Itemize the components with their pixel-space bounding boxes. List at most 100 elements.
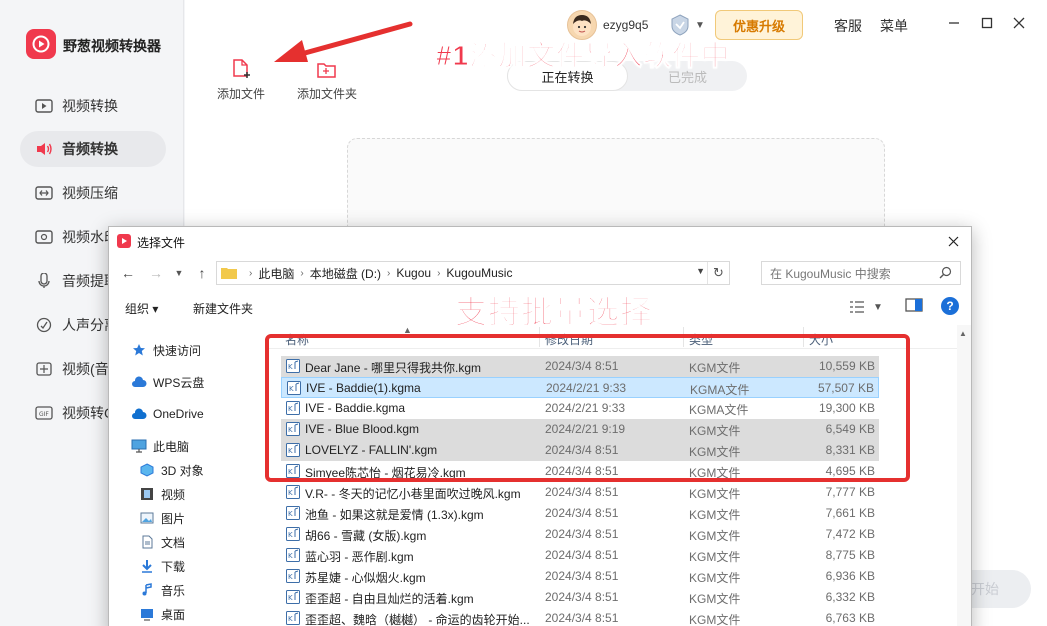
file-date: 2024/3/4 8:51	[545, 548, 619, 562]
file-type: KGM文件	[689, 613, 741, 626]
breadcrumb-drive[interactable]: 本地磁盘 (D:)	[310, 265, 381, 282]
maximize-icon[interactable]	[977, 13, 997, 33]
refresh-icon[interactable]: ↻	[707, 262, 729, 284]
preview-pane-icon[interactable]	[905, 297, 923, 315]
nav-3d-objects[interactable]: 3D 对象	[139, 459, 204, 481]
vertical-scrollbar[interactable]: ▲	[957, 325, 971, 626]
file-type: KGM文件	[689, 592, 741, 606]
add-file-button[interactable]: 添加文件	[216, 55, 266, 101]
sidebar-item-label: 视频压缩	[62, 185, 118, 201]
breadcrumb-kugou[interactable]: Kugou	[396, 266, 431, 280]
file-type: KGM文件	[689, 571, 741, 585]
annotation-arrow-icon	[274, 21, 413, 62]
breadcrumb-kugoumusic[interactable]: KugouMusic	[446, 266, 512, 280]
file-name: V.R- - 冬天的记忆小巷里面吹过晚风.kgm	[305, 487, 521, 501]
app-name: 野葱视频转换器	[63, 38, 161, 54]
kgm-file-icon: K	[286, 611, 300, 625]
nav-label: 此电脑	[153, 439, 190, 454]
breadcrumb-this-pc[interactable]: 此电脑	[258, 265, 294, 282]
file-date: 2024/3/4 8:51	[545, 590, 619, 604]
star-icon	[131, 342, 147, 358]
table-row[interactable]: K 歪歪超 - 自由且灿烂的活着.kgm 2024/3/4 8:51 KGM文件 6,3…	[281, 587, 879, 608]
table-row[interactable]: K 歪歪超、魏晗（樾樾） - 命运的齿轮开始... 2024/3/4 8:51 KGM…	[281, 608, 879, 626]
scroll-up-icon[interactable]: ▲	[959, 329, 967, 338]
recent-locations-chevron-icon[interactable]: ▼	[173, 263, 185, 283]
dialog-titlebar: 选择文件	[109, 227, 971, 255]
customer-service-link[interactable]: 客服	[834, 16, 862, 36]
search-input[interactable]: 在 KugouMusic 中搜索	[761, 261, 961, 285]
computer-icon	[131, 438, 147, 454]
file-name: 池鱼 - 如果这就是爱情 (1.3x).kgm	[305, 508, 484, 522]
organize-menu[interactable]: 组织 ▾	[125, 300, 158, 317]
help-icon[interactable]: ?	[941, 297, 959, 315]
dialog-close-icon[interactable]	[941, 230, 965, 252]
file-name: 蓝心羽 - 恶作剧.kgm	[305, 550, 414, 564]
video-compress-icon	[34, 184, 54, 202]
close-icon[interactable]	[1009, 13, 1029, 33]
nav-onedrive[interactable]: OneDrive	[131, 403, 204, 425]
svg-text:GIF: GIF	[39, 411, 49, 418]
table-row[interactable]: K 苏星婕 - 心似烟火.kgm 2024/3/4 8:51 KGM文件 6,936 K…	[281, 566, 879, 587]
file-name: 胡66 - 雪藏 (女版).kgm	[305, 529, 427, 543]
folder-icon	[221, 268, 237, 279]
sidebar-item-video-compress[interactable]: 视频压缩	[20, 175, 166, 211]
film-icon	[139, 486, 155, 502]
file-date: 2024/3/4 8:51	[545, 569, 619, 583]
kgm-file-icon: K	[286, 548, 300, 562]
nav-desktop[interactable]: 桌面	[139, 603, 185, 625]
table-row[interactable]: K 胡66 - 雪藏 (女版).kgm 2024/3/4 8:51 KGM文件 7,47…	[281, 524, 879, 545]
file-size: 6,936 KB	[825, 569, 875, 583]
new-folder-button[interactable]: 新建文件夹	[193, 300, 253, 317]
nav-music[interactable]: 音乐	[139, 579, 185, 601]
back-arrow-icon[interactable]: ←	[119, 263, 137, 283]
annotation-step1: #1添加文件导入软件中	[435, 40, 731, 72]
nav-wps-cloud[interactable]: WPS云盘	[131, 371, 204, 393]
file-date: 2024/3/4 8:51	[545, 527, 619, 541]
nav-documents[interactable]: 文档	[139, 531, 185, 553]
file-name: 歪歪超、魏晗（樾樾） - 命运的齿轮开始...	[305, 613, 530, 626]
svg-text:K: K	[288, 552, 293, 560]
svg-text:K: K	[288, 489, 293, 497]
file-date: 2024/3/4 8:51	[545, 506, 619, 520]
up-arrow-icon[interactable]: ↑	[193, 263, 211, 283]
file-type: KGM文件	[689, 487, 741, 501]
nav-label: OneDrive	[153, 407, 204, 421]
table-row[interactable]: K 蓝心羽 - 恶作剧.kgm 2024/3/4 8:51 KGM文件 8,775 KB	[281, 545, 879, 566]
nav-label: 文档	[161, 535, 186, 550]
kgm-file-icon: K	[286, 569, 300, 583]
sidebar-item-audio-convert[interactable]: 音频转换	[20, 131, 166, 167]
username[interactable]: ezyg9q5	[603, 18, 659, 32]
nav-downloads[interactable]: 下载	[139, 555, 185, 577]
address-bar[interactable]: › 此电脑 › 本地磁盘 (D:) › Kugou › KugouMusic ▼…	[216, 261, 730, 285]
svg-text:K: K	[288, 573, 293, 581]
nav-quick-access[interactable]: 快速访问	[131, 339, 201, 361]
menu-link[interactable]: 菜单	[880, 16, 908, 36]
file-type: KGM文件	[689, 550, 741, 564]
chevron-down-icon[interactable]: ▼	[695, 20, 707, 31]
nav-label: 桌面	[161, 607, 186, 622]
svg-text:K: K	[288, 594, 293, 602]
file-size: 8,775 KB	[825, 548, 875, 562]
file-name: 苏星婕 - 心似烟火.kgm	[305, 571, 426, 585]
kgm-file-icon: K	[286, 527, 300, 541]
forward-arrow-icon[interactable]: →	[147, 263, 165, 283]
nav-label: 视频	[161, 487, 186, 502]
nav-videos[interactable]: 视频	[139, 483, 185, 505]
nav-this-pc[interactable]: 此电脑	[131, 435, 189, 457]
nav-pictures[interactable]: 图片	[139, 507, 185, 529]
breadcrumb-separator-icon: ›	[387, 267, 391, 279]
file-size: 6,763 KB	[825, 611, 875, 625]
nav-label: 音乐	[161, 583, 186, 598]
nav-label: 快速访问	[153, 343, 202, 358]
table-row[interactable]: K V.R- - 冬天的记忆小巷里面吹过晚风.kgm 2024/3/4 8:51 KG…	[281, 482, 879, 503]
minimize-icon[interactable]	[944, 13, 964, 33]
file-size: 7,472 KB	[825, 527, 875, 541]
cube-icon	[139, 462, 155, 478]
sidebar-item-video-convert[interactable]: 视频转换	[20, 88, 166, 124]
watermark-icon	[34, 228, 54, 246]
view-options-icon[interactable]: ▼	[849, 297, 889, 317]
onedrive-cloud-icon	[131, 406, 147, 422]
table-row[interactable]: K 池鱼 - 如果这就是爱情 (1.3x).kgm 2024/3/4 8:51 KGM…	[281, 503, 879, 524]
address-dropdown-icon[interactable]: ▼	[696, 266, 705, 276]
svg-text:K: K	[288, 510, 293, 518]
